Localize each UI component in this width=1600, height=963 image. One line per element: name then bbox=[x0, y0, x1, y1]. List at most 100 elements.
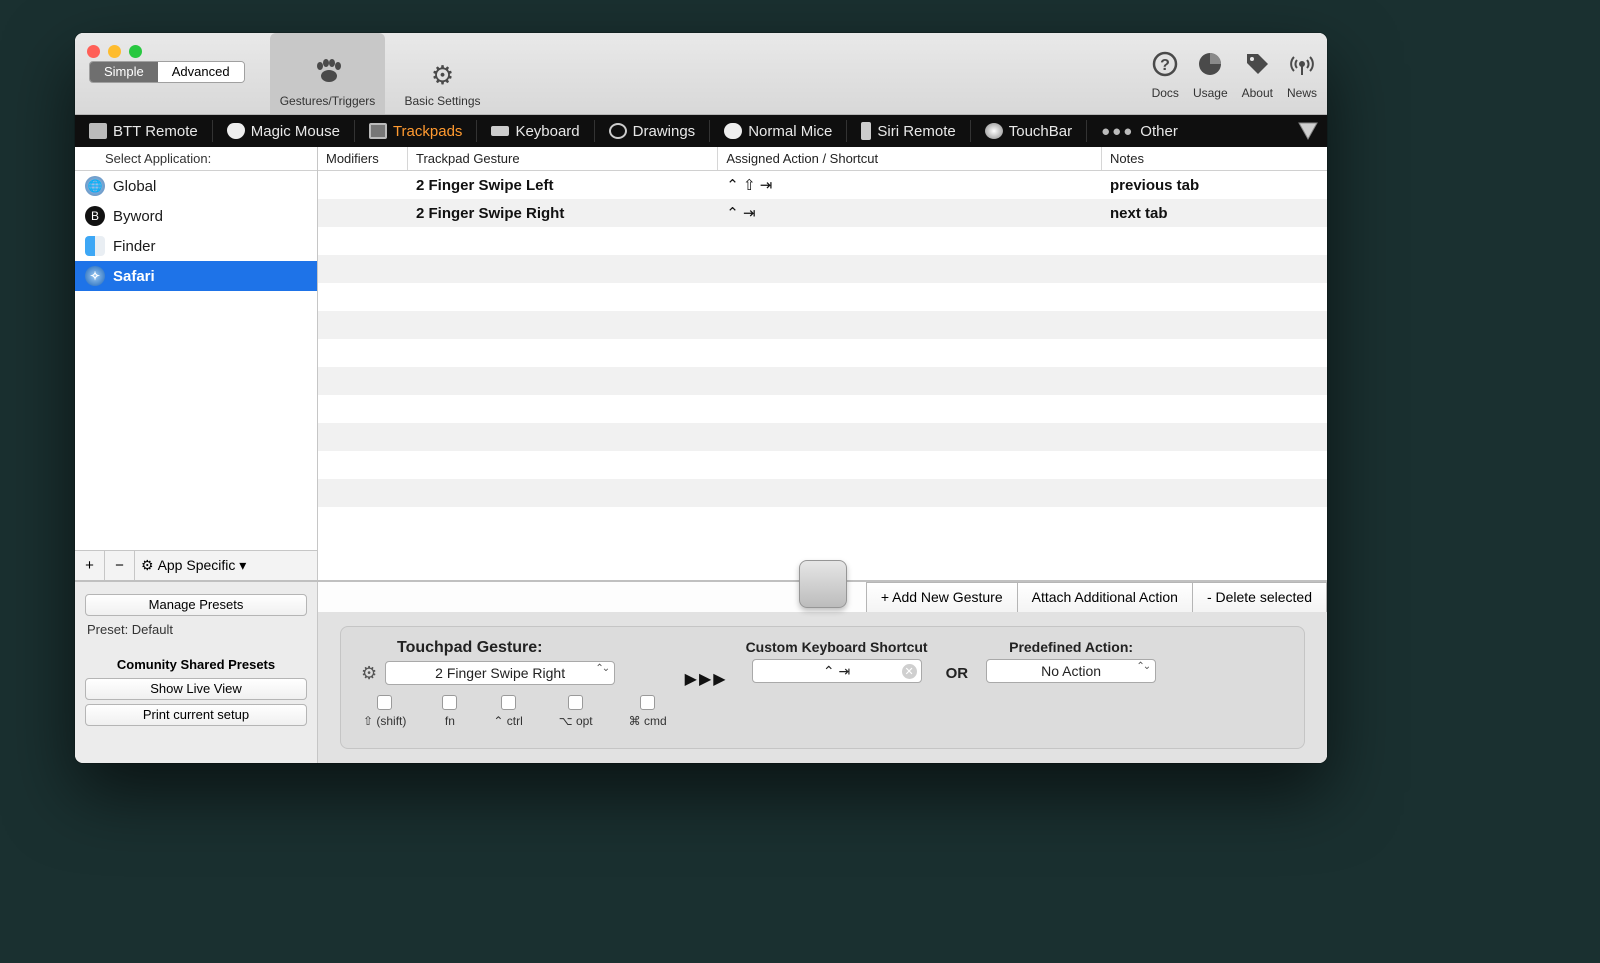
or-label: OR bbox=[946, 639, 969, 682]
gear-icon: ⚙ bbox=[431, 62, 454, 88]
manage-presets-button[interactable]: Manage Presets bbox=[85, 594, 307, 616]
close-icon[interactable] bbox=[87, 45, 100, 58]
preset-label: Preset: Default bbox=[85, 620, 307, 647]
finder-icon bbox=[85, 236, 105, 256]
add-gesture-button[interactable]: + Add New Gesture bbox=[866, 582, 1018, 612]
usage-button[interactable]: Usage bbox=[1193, 51, 1228, 100]
table-row[interactable]: 2 Finger Swipe Right ⌃ ⇥ next tab bbox=[318, 199, 1327, 227]
gesture-select[interactable]: 2 Finger Swipe Right bbox=[385, 661, 615, 685]
bottom-left-panel: Manage Presets Preset: Default Comunity … bbox=[75, 582, 318, 763]
window: Simple Advanced Gestures/Triggers ⚙ Basi… bbox=[75, 33, 1327, 763]
window-controls bbox=[87, 45, 142, 58]
col-modifiers[interactable]: Modifiers bbox=[318, 147, 408, 170]
gesture-title: Touchpad Gesture: bbox=[361, 639, 667, 661]
mod-opt-checkbox[interactable] bbox=[568, 695, 583, 710]
news-button[interactable]: News bbox=[1287, 51, 1317, 100]
table-row[interactable]: 2 Finger Swipe Left ⌃ ⇧ ⇥ previous tab bbox=[318, 171, 1327, 199]
globe-icon: 🌐 bbox=[85, 176, 105, 196]
show-live-view-button[interactable]: Show Live View bbox=[85, 678, 307, 700]
siri-remote-icon bbox=[861, 122, 871, 140]
app-item-byword[interactable]: B Byword bbox=[75, 201, 317, 231]
zoom-icon[interactable] bbox=[129, 45, 142, 58]
question-icon: ? bbox=[1152, 51, 1178, 82]
attach-action-button[interactable]: Attach Additional Action bbox=[1018, 582, 1193, 612]
action-row: + Add New Gesture Attach Additional Acti… bbox=[318, 582, 1327, 612]
device-tab-touchbar[interactable]: TouchBar bbox=[971, 115, 1086, 147]
tag-icon bbox=[1244, 51, 1270, 82]
mode-advanced[interactable]: Advanced bbox=[158, 62, 244, 82]
app-specific-menu[interactable]: ⚙ App Specific ▾ bbox=[135, 557, 317, 574]
modifier-row: ⇧ (shift) fn ⌃ ctrl ⌥ opt ⌘ cmd bbox=[361, 685, 667, 728]
mode-simple[interactable]: Simple bbox=[90, 62, 158, 82]
sidebar-header: Select Application: bbox=[75, 147, 317, 171]
mod-shift-checkbox[interactable] bbox=[377, 695, 392, 710]
gear-icon[interactable]: ⚙ bbox=[361, 663, 377, 684]
col-gesture[interactable]: Trackpad Gesture bbox=[408, 147, 718, 170]
sidebar-tools: + − ⚙ App Specific ▾ bbox=[75, 550, 317, 580]
col-action[interactable]: Assigned Action / Shortcut bbox=[718, 147, 1102, 170]
bottom-right-panel: + Add New Gesture Attach Additional Acti… bbox=[318, 582, 1327, 763]
drag-handle[interactable] bbox=[799, 560, 847, 608]
app-list: 🌐 Global B Byword Finder ✧ Safari bbox=[75, 171, 317, 550]
device-tab-siri-remote[interactable]: Siri Remote bbox=[847, 115, 969, 147]
touchbar-icon bbox=[985, 123, 1003, 139]
mod-fn-checkbox[interactable] bbox=[442, 695, 457, 710]
device-tab-magic-mouse[interactable]: Magic Mouse bbox=[213, 115, 354, 147]
predefined-action-title: Predefined Action: bbox=[1009, 639, 1133, 655]
app-item-global[interactable]: 🌐 Global bbox=[75, 171, 317, 201]
predefined-action-select[interactable]: No Action bbox=[986, 659, 1156, 683]
mouse2-icon bbox=[724, 123, 742, 139]
about-button[interactable]: About bbox=[1242, 51, 1273, 100]
add-app-button[interactable]: + bbox=[75, 551, 105, 580]
paw-icon bbox=[313, 58, 343, 88]
antenna-icon bbox=[1289, 51, 1315, 82]
mode-segmented[interactable]: Simple Advanced bbox=[89, 61, 245, 83]
device-tab-btt-remote[interactable]: BTT Remote bbox=[75, 115, 212, 147]
app-item-finder[interactable]: Finder bbox=[75, 231, 317, 261]
table-body: 2 Finger Swipe Left ⌃ ⇧ ⇥ previous tab 2… bbox=[318, 171, 1327, 580]
dots-icon: ●●● bbox=[1101, 123, 1134, 140]
gesture-table: Modifiers Trackpad Gesture Assigned Acti… bbox=[318, 147, 1327, 580]
toolbar-tab-gestures[interactable]: Gestures/Triggers bbox=[270, 33, 385, 114]
remote-icon bbox=[89, 123, 107, 139]
sidebar: Select Application: 🌐 Global B Byword Fi… bbox=[75, 147, 318, 580]
svg-text:?: ? bbox=[1160, 57, 1170, 74]
shortcut-input[interactable]: ⌃ ⇥ ✕ bbox=[752, 659, 922, 683]
minimize-icon[interactable] bbox=[108, 45, 121, 58]
config-panel: Touchpad Gesture: ⚙ 2 Finger Swipe Right… bbox=[318, 612, 1327, 763]
toolbar-tab-settings[interactable]: ⚙ Basic Settings bbox=[385, 33, 500, 114]
spiral-icon bbox=[609, 123, 627, 139]
docs-button[interactable]: ? Docs bbox=[1152, 51, 1179, 100]
device-tab-keyboard[interactable]: Keyboard bbox=[477, 115, 593, 147]
keyboard-icon bbox=[491, 126, 509, 136]
mod-cmd-checkbox[interactable] bbox=[640, 695, 655, 710]
safari-icon: ✧ bbox=[85, 266, 105, 286]
app-item-safari[interactable]: ✧ Safari bbox=[75, 261, 317, 291]
bottom-bar: Manage Presets Preset: Default Comunity … bbox=[75, 581, 1327, 763]
remove-app-button[interactable]: − bbox=[105, 551, 135, 580]
device-tab-other[interactable]: ●●●Other bbox=[1087, 115, 1192, 147]
device-tab-trackpads[interactable]: Trackpads bbox=[355, 115, 476, 147]
toolbar-tab-label: Basic Settings bbox=[404, 94, 480, 108]
gear-icon: ⚙ bbox=[141, 557, 154, 574]
filter-button[interactable] bbox=[1295, 118, 1321, 144]
arrow-icon: ▶▶▶ bbox=[685, 639, 728, 689]
mod-ctrl-checkbox[interactable] bbox=[501, 695, 516, 710]
col-notes[interactable]: Notes bbox=[1102, 147, 1327, 170]
trackpad-icon bbox=[369, 123, 387, 139]
table-header: Modifiers Trackpad Gesture Assigned Acti… bbox=[318, 147, 1327, 171]
device-tab-bar: BTT Remote Magic Mouse Trackpads Keyboar… bbox=[75, 115, 1327, 147]
titlebar: Simple Advanced Gestures/Triggers ⚙ Basi… bbox=[75, 33, 1327, 115]
toolbar-tab-label: Gestures/Triggers bbox=[280, 94, 376, 108]
print-setup-button[interactable]: Print current setup bbox=[85, 704, 307, 726]
clear-icon[interactable]: ✕ bbox=[902, 664, 917, 679]
byword-icon: B bbox=[85, 206, 105, 226]
device-tab-normal-mice[interactable]: Normal Mice bbox=[710, 115, 846, 147]
mouse-icon bbox=[227, 123, 245, 139]
community-presets-title: Comunity Shared Presets bbox=[85, 651, 307, 674]
main-area: Select Application: 🌐 Global B Byword Fi… bbox=[75, 147, 1327, 581]
delete-selected-button[interactable]: - Delete selected bbox=[1193, 582, 1327, 612]
shortcut-title: Custom Keyboard Shortcut bbox=[746, 639, 928, 655]
device-tab-drawings[interactable]: Drawings bbox=[595, 115, 710, 147]
pie-icon bbox=[1197, 51, 1223, 82]
